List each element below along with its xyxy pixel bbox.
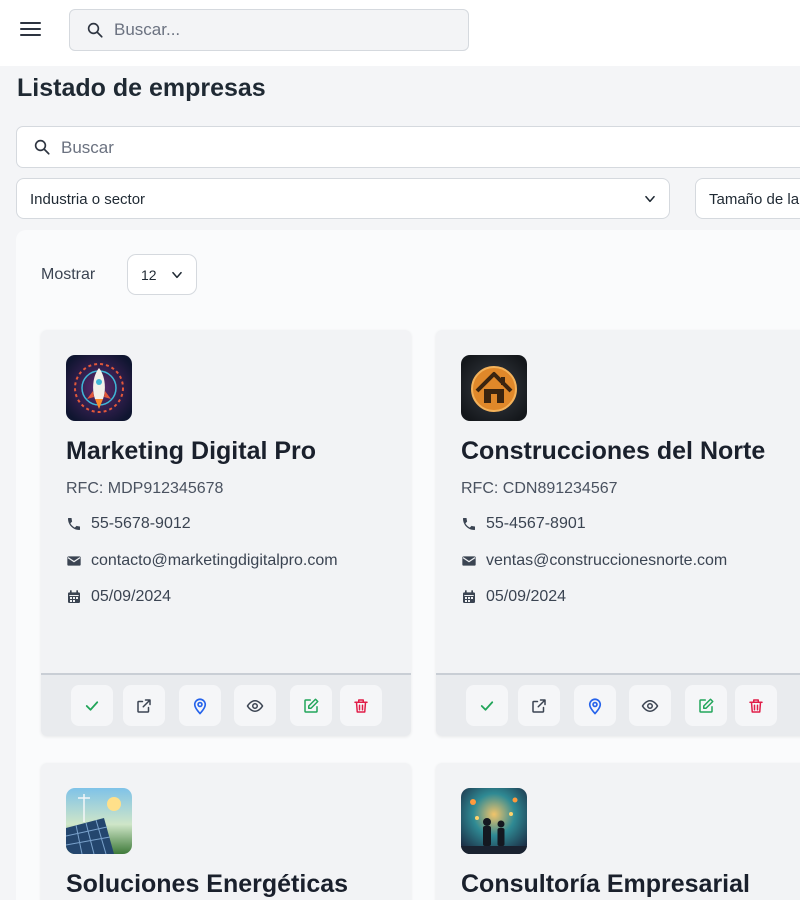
page-title: Listado de empresas — [17, 74, 266, 102]
email-icon — [67, 556, 81, 566]
approve-button[interactable] — [71, 685, 113, 726]
email-icon — [462, 556, 476, 566]
calendar-icon — [463, 590, 475, 603]
eye-icon — [641, 699, 659, 713]
page-size-value: 12 — [141, 267, 157, 283]
open-button[interactable] — [123, 685, 165, 726]
edit-button[interactable] — [685, 685, 727, 726]
trash-icon — [354, 699, 368, 713]
company-card[interactable]: Consultoría Empresarial — [436, 763, 800, 900]
company-email[interactable]: contacto@marketingdigitalpro.com — [91, 552, 338, 570]
company-name[interactable]: Consultoría Empresarial — [461, 870, 750, 899]
check-icon — [480, 701, 494, 711]
company-date: 05/09/2024 — [91, 588, 172, 605]
card-actions — [436, 675, 800, 736]
search-icon — [34, 139, 50, 155]
open-button[interactable] — [518, 685, 560, 726]
company-name[interactable]: Construcciones del Norte — [461, 437, 765, 466]
hamburger-menu-icon[interactable] — [18, 18, 44, 40]
company-card[interactable]: Marketing Digital Pro RFC: MDP912345678 … — [41, 330, 411, 736]
company-size-select[interactable]: Tamaño de la — [695, 178, 800, 219]
company-rfc: RFC: MDP912345678 — [66, 480, 224, 497]
delete-button[interactable] — [340, 685, 382, 726]
global-search-box[interactable] — [69, 9, 469, 51]
external-link-icon — [532, 699, 546, 713]
view-button[interactable] — [234, 685, 276, 726]
card-actions — [41, 675, 411, 736]
calendar-icon — [68, 590, 80, 603]
house-logo — [461, 355, 527, 421]
top-bar — [0, 0, 800, 66]
consulting-logo — [461, 788, 527, 854]
chevron-down-icon — [645, 195, 655, 203]
solar-panel-logo — [66, 788, 132, 854]
industry-select-label: Industria o sector — [30, 191, 146, 208]
rocket-logo — [66, 355, 132, 421]
company-rfc: RFC: CDN891234567 — [461, 480, 618, 497]
map-pin-icon — [588, 698, 602, 715]
company-phone: 55-4567-8901 — [486, 515, 586, 532]
edit-icon — [304, 698, 319, 713]
delete-button[interactable] — [735, 685, 777, 726]
company-date: 05/09/2024 — [486, 588, 567, 605]
industry-select[interactable]: Industria o sector — [16, 178, 670, 219]
company-name[interactable]: Marketing Digital Pro — [66, 437, 316, 466]
phone-icon — [68, 518, 80, 530]
chevron-down-icon — [172, 271, 182, 279]
page-size-select[interactable]: 12 — [127, 254, 197, 295]
map-pin-icon — [193, 698, 207, 715]
global-search-input[interactable] — [114, 19, 454, 41]
search-icon — [87, 22, 103, 38]
list-search-box[interactable] — [16, 126, 800, 168]
view-button[interactable] — [629, 685, 671, 726]
approve-button[interactable] — [466, 685, 508, 726]
phone-icon — [463, 518, 475, 530]
company-phone: 55-5678-9012 — [91, 515, 191, 532]
external-link-icon — [137, 699, 151, 713]
list-search-input[interactable] — [61, 137, 761, 159]
company-email[interactable]: ventas@construccionesnorte.com — [486, 552, 727, 570]
location-button[interactable] — [179, 685, 221, 726]
show-label: Mostrar — [41, 266, 96, 283]
trash-icon — [749, 699, 763, 713]
company-size-select-label: Tamaño de la — [709, 191, 800, 208]
company-name[interactable]: Soluciones Energéticas — [66, 870, 348, 899]
location-button[interactable] — [574, 685, 616, 726]
company-card[interactable]: Soluciones Energéticas — [41, 763, 411, 900]
check-icon — [85, 701, 99, 711]
edit-icon — [699, 698, 714, 713]
eye-icon — [246, 699, 264, 713]
company-card[interactable]: Construcciones del Norte RFC: CDN8912345… — [436, 330, 800, 736]
edit-button[interactable] — [290, 685, 332, 726]
